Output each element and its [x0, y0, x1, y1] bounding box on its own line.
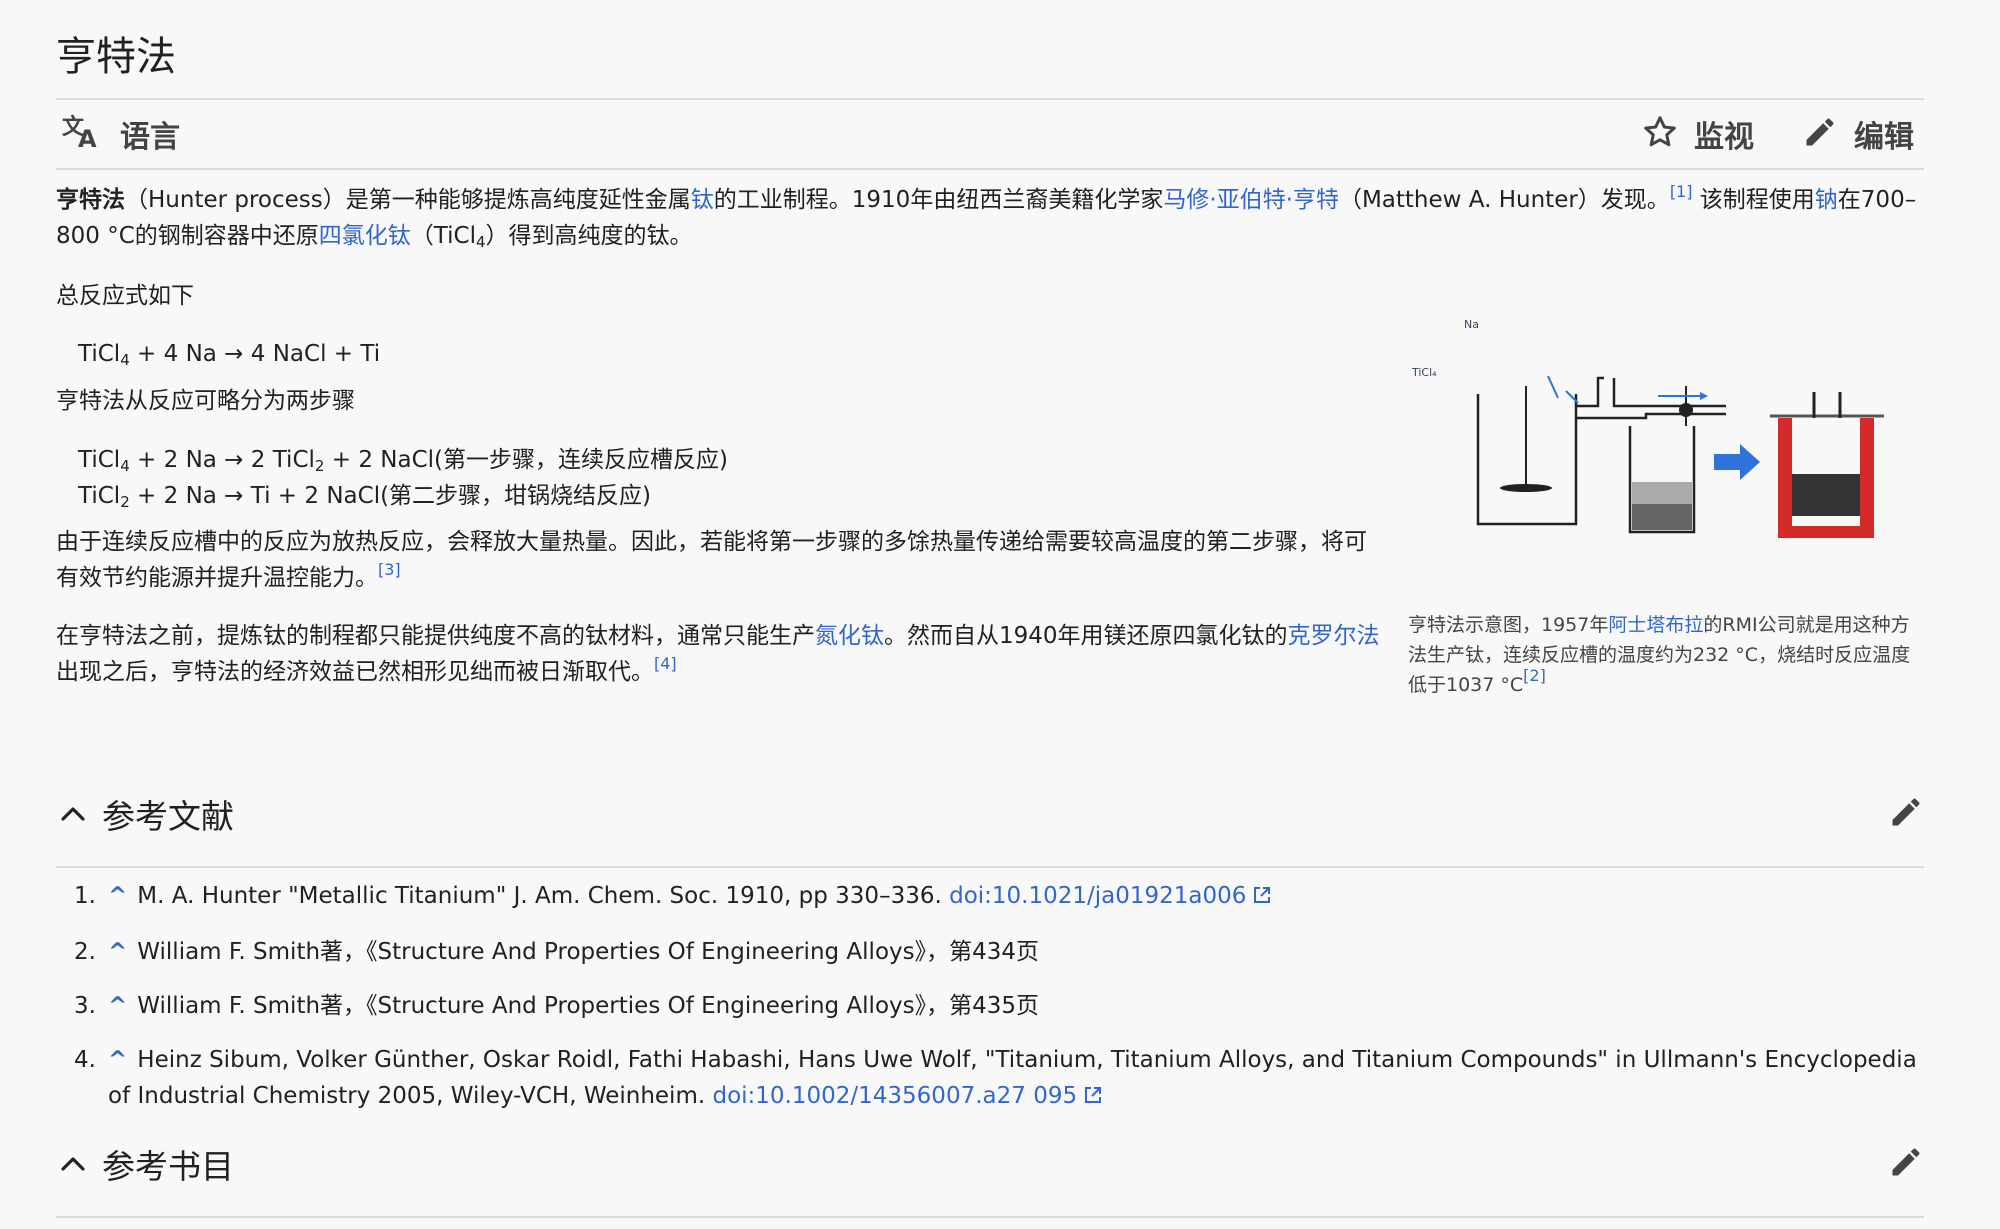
reference-text: William F. Smith著，《Structure And Propert…: [137, 993, 1040, 1019]
doi-link[interactable]: doi:10.1002/14356007.a27 095: [712, 1083, 1077, 1109]
edit-label: 编辑: [1854, 120, 1914, 155]
pencil-icon: [1802, 114, 1838, 154]
chevron-up-icon[interactable]: [56, 1147, 90, 1181]
reference-item: 3. ^ William F. Smith著，《Structure And Prop…: [56, 988, 1924, 1024]
article: 亨特法 文 A 语言 监视 编辑 亨特法（Hunter process）是第一种…: [56, 0, 1924, 1229]
link-matthew-hunter[interactable]: 马修·亚伯特·亨特: [1163, 187, 1339, 213]
backlink-caret[interactable]: ^: [108, 993, 127, 1019]
citation-2[interactable]: [2]: [1523, 666, 1546, 685]
subscript: 4: [120, 457, 130, 475]
intro-text: ）得到高纯度的钛。: [485, 223, 693, 249]
eq-text: TiCl: [78, 483, 121, 509]
link-titanium-tetrachloride[interactable]: 四氯化钛: [319, 223, 411, 249]
pencil-icon: [1888, 1148, 1924, 1184]
link-sodium[interactable]: 钠: [1815, 187, 1838, 213]
intro-paragraph: 亨特法（Hunter process）是第一种能够提炼高纯度延性金属钛的工业制程…: [56, 182, 1924, 254]
link-titanium[interactable]: 钛: [691, 187, 714, 213]
title-divider: [56, 98, 1924, 100]
bibliography-header[interactable]: 参考书目: [56, 1134, 1924, 1194]
diagram-label-ticl4: TiCl₄: [1411, 366, 1437, 379]
reference-item: 1. ^ M. A. Hunter "Metallic Titanium" J. A…: [56, 878, 1924, 916]
subscript: 4: [120, 351, 130, 369]
history-text: 。然而自从1940年用镁还原四氯化钛的: [884, 623, 1288, 649]
intro-text: （Hunter process）是第一种能够提炼高纯度延性金属: [125, 187, 691, 213]
steps-label: 亨特法从反应可略分为两步骤: [56, 388, 355, 414]
eq-text: + 2 Na → 2 TiCl: [129, 447, 315, 473]
chevron-up-icon[interactable]: [56, 797, 90, 831]
term-bold: 亨特法: [56, 187, 125, 213]
reference-item: 4. ^ Heinz Sibum, Volker Günther, Oskar Ro…: [56, 1042, 1924, 1116]
subscript: 2: [120, 493, 130, 511]
history-paragraph: 在亨特法之前，提炼钛的制程都只能提供纯度不高的钛材料，通常只能生产氮化钛。然而自…: [56, 618, 1386, 690]
references-title: 参考文献: [102, 797, 234, 836]
hunter-process-figure: Na TiCl₄ 亨特法示意图，1957年阿士塔布拉的RMI公司就是用这种方法生…: [1408, 306, 1924, 700]
link-titanium-nitride[interactable]: 氮化钛: [815, 623, 884, 649]
intro-text: （TiCl: [410, 223, 476, 249]
references-header[interactable]: 参考文献: [56, 784, 1924, 844]
doi-link[interactable]: doi:10.1021/ja01921a006: [949, 883, 1246, 909]
eq-text: TiCl: [78, 447, 121, 473]
reference-number: 3.: [74, 993, 96, 1019]
backlink-caret[interactable]: ^: [108, 883, 127, 909]
step2-equation: TiCl2 + 2 Na → Ti + 2 NaCl(第二步骤，坩锅烧结反应): [78, 478, 651, 514]
edit-section-bibliography[interactable]: [1888, 1144, 1924, 1184]
language-button[interactable]: 文 A 语言: [62, 112, 180, 156]
eq-text: + 4 Na → 4 NaCl + Ti: [129, 341, 381, 367]
page-title: 亨特法: [56, 34, 176, 80]
link-kroll-process[interactable]: 克罗尔法: [1288, 623, 1380, 649]
figure-caption: 亨特法示意图，1957年阿士塔布拉的RMI公司就是用这种方法生产钛，连续反应槽的…: [1408, 610, 1924, 700]
heat-text: 由于连续反应槽中的反应为放热反应，会释放大量热量。因此，若能将第一步骤的多馀热量…: [56, 529, 1367, 591]
references-divider: [56, 866, 1924, 868]
language-label: 语言: [120, 120, 180, 155]
svg-text:A: A: [78, 125, 97, 150]
reference-number: 4.: [74, 1047, 96, 1073]
overall-equation: TiCl4 + 4 Na → 4 NaCl + Ti: [78, 336, 380, 372]
reference-item: 2. ^ William F. Smith著，《Structure And Prop…: [56, 934, 1924, 970]
history-text: 在亨特法之前，提炼钛的制程都只能提供纯度不高的钛材料，通常只能生产: [56, 623, 815, 649]
caption-text: 亨特法示意图，1957年: [1408, 614, 1609, 636]
citation-3[interactable]: [3]: [378, 560, 401, 579]
history-text: 出现之后，亨特法的经济效益已然相形见绌而被日渐取代。: [56, 659, 654, 685]
edit-button[interactable]: 编辑: [1802, 112, 1914, 156]
backlink-caret[interactable]: ^: [108, 939, 127, 965]
diagram-label-na: Na: [1464, 318, 1479, 331]
bibliography-divider: [56, 1216, 1924, 1218]
step1-equation: TiCl4 + 2 Na → 2 TiCl2 + 2 NaCl(第一步骤，连续反…: [78, 442, 728, 478]
citation-1[interactable]: [1]: [1670, 182, 1693, 201]
edit-section-references[interactable]: [1888, 794, 1924, 834]
watch-button[interactable]: 监视: [1642, 112, 1754, 156]
intro-text: （Matthew A. Hunter）发现。: [1338, 187, 1670, 213]
hunter-process-diagram[interactable]: Na TiCl₄: [1408, 306, 1924, 576]
eq-text: + 2 NaCl(第一步骤，连续反应槽反应): [324, 447, 728, 473]
subscript: 4: [475, 233, 486, 251]
star-icon: [1642, 114, 1678, 154]
overall-label: 总反应式如下: [56, 283, 194, 309]
pencil-icon: [1888, 798, 1924, 834]
reference-text: M. A. Hunter "Metallic Titanium" J. Am. …: [137, 883, 950, 909]
translate-icon: 文 A: [62, 114, 102, 154]
reference-number: 1.: [74, 883, 96, 909]
external-link-icon: [1083, 1080, 1103, 1116]
intro-text: 的工业制程。1910年由纽西兰裔美籍化学家: [713, 187, 1164, 213]
watch-label: 监视: [1694, 120, 1754, 155]
citation-4[interactable]: [4]: [654, 654, 677, 673]
toolbar-divider: [56, 168, 1924, 170]
external-link-icon: [1252, 880, 1272, 916]
link-ashtabula[interactable]: 阿士塔布拉: [1608, 614, 1703, 636]
references-list: 1. ^ M. A. Hunter "Metallic Titanium" J. A…: [56, 878, 1924, 1134]
eq-text: TiCl: [78, 341, 121, 367]
backlink-caret[interactable]: ^: [108, 1047, 127, 1073]
heat-paragraph: 由于连续反应槽中的反应为放热反应，会释放大量热量。因此，若能将第一步骤的多馀热量…: [56, 524, 1386, 596]
reference-number: 2.: [74, 939, 96, 965]
intro-text: 该制程使用: [1692, 187, 1815, 213]
reference-text: William F. Smith著，《Structure And Propert…: [137, 939, 1040, 965]
bibliography-title: 参考书目: [102, 1147, 234, 1186]
eq-text: + 2 Na → Ti + 2 NaCl(第二步骤，坩锅烧结反应): [129, 483, 652, 509]
